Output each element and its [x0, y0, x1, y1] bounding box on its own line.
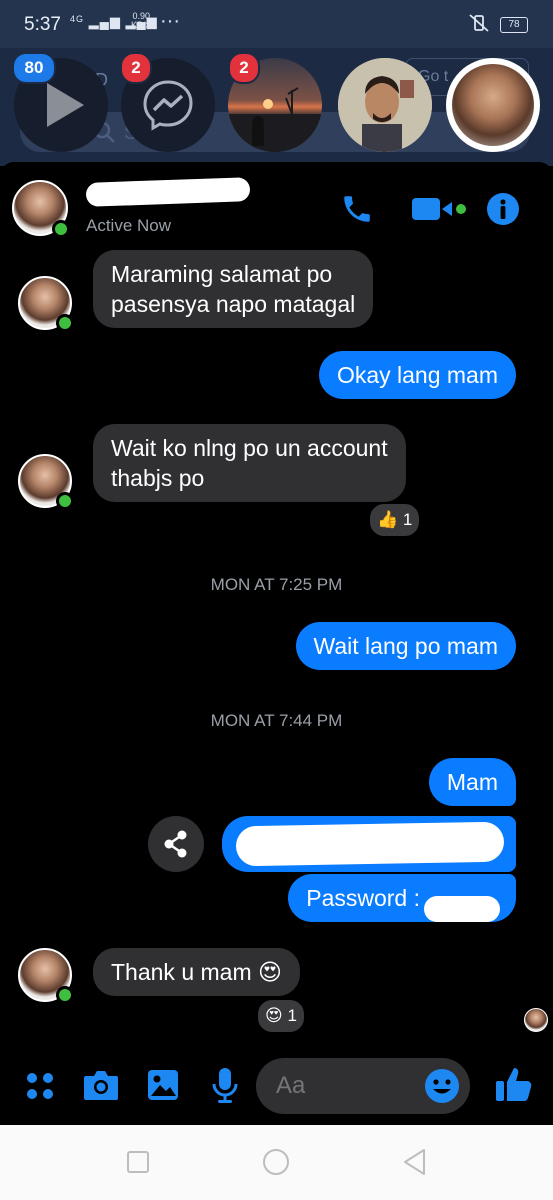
thumbs-up-reaction-icon: 👍 — [377, 510, 399, 529]
online-indicator — [56, 986, 74, 1004]
camera-icon[interactable] — [82, 1068, 120, 1107]
info-icon[interactable] — [486, 192, 520, 231]
message-bubble-incoming[interactable]: Thank u mam 😍 — [93, 948, 300, 996]
network-type: 4G — [70, 14, 85, 24]
online-indicator — [56, 314, 74, 332]
gallery-icon[interactable] — [146, 1068, 180, 1107]
share-button[interactable] — [148, 816, 204, 872]
more-actions-icon[interactable] — [24, 1070, 56, 1107]
message-timestamp: MON AT 7:44 PM — [210, 711, 343, 730]
reaction-count: 1 — [402, 510, 413, 529]
net-speed: 0.90 KB/S — [131, 12, 152, 30]
back-button[interactable] — [402, 1148, 428, 1181]
emoji-icon[interactable] — [424, 1068, 460, 1109]
phone-call-icon[interactable] — [340, 192, 374, 231]
message-reaction[interactable]: 😍 1 — [256, 998, 306, 1034]
status-time: 5:37 — [24, 14, 61, 35]
battery-indicator: 78 — [500, 17, 528, 33]
recent-apps-button[interactable] — [126, 1150, 150, 1179]
messenger-badge: 2 — [120, 52, 152, 84]
reaction-count: 1 — [287, 1006, 297, 1025]
message-bubble-outgoing[interactable]: Wait lang po mam — [295, 622, 516, 670]
redacted-content — [235, 821, 505, 867]
share-icon — [164, 830, 187, 858]
contact-status: Active Now — [86, 216, 172, 235]
message-bubble-incoming[interactable]: Wait ko nlng po un account thabjs po — [93, 424, 406, 502]
thumbs-up-icon[interactable] — [494, 1064, 534, 1109]
online-indicator — [52, 220, 70, 238]
redacted-password — [424, 896, 500, 922]
message-reaction[interactable]: 👍 1 — [368, 502, 422, 538]
message-bubble-outgoing[interactable]: Okay lang mam — [318, 351, 516, 399]
password-label: Password : — [306, 885, 420, 911]
net-speed-unit: KB/S — [131, 20, 152, 30]
active-contact-photo — [452, 64, 534, 146]
man-photo-image — [338, 58, 432, 152]
video-badge: 80 — [12, 52, 56, 84]
message-bubble-outgoing[interactable]: Mam — [428, 758, 516, 806]
vibrate-off-icon — [468, 14, 490, 37]
home-button[interactable] — [262, 1148, 290, 1181]
message-timestamp: MON AT 7:25 PM — [210, 575, 343, 594]
heart-eyes-reaction-icon: 😍 — [265, 1006, 283, 1025]
microphone-icon[interactable] — [210, 1066, 240, 1109]
message-bubble-incoming[interactable]: Maraming salamat po pasensya napo mataga… — [93, 250, 374, 328]
more-notifications-icon: ··· — [160, 10, 180, 32]
video-call-icon[interactable] — [410, 194, 470, 229]
chat-head-man[interactable] — [338, 58, 432, 152]
online-indicator — [56, 492, 74, 510]
message-text: Thank u mam — [111, 959, 252, 985]
message-bubble-outgoing-redacted[interactable] — [222, 816, 516, 872]
sunset-badge: 2 — [228, 52, 260, 84]
message-input[interactable] — [274, 1071, 418, 1101]
heart-eyes-emoji: 😍 — [258, 959, 282, 985]
seen-receipt-avatar — [524, 1008, 548, 1032]
